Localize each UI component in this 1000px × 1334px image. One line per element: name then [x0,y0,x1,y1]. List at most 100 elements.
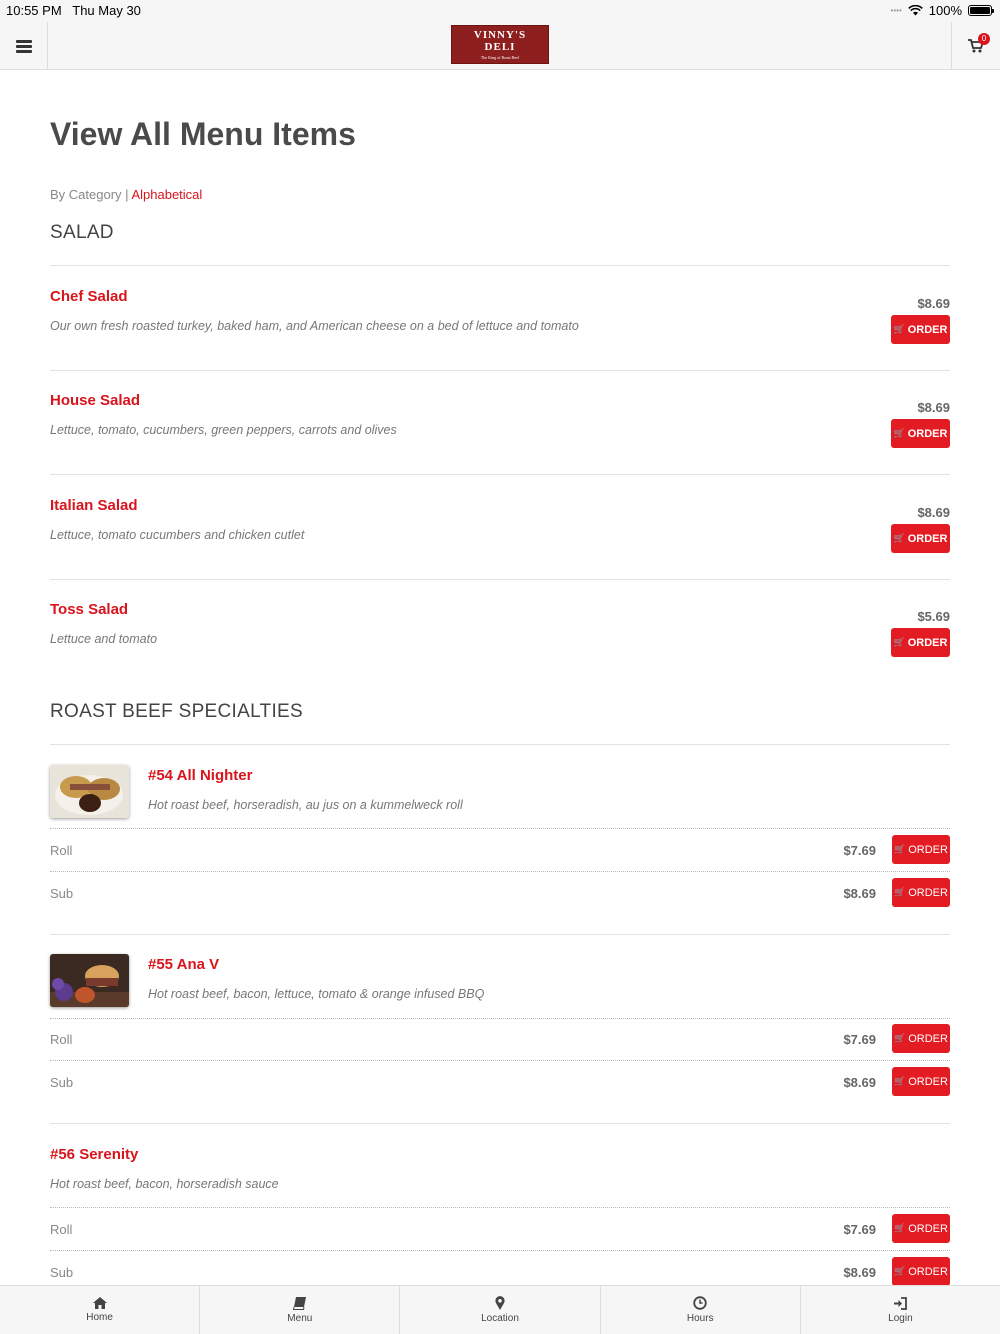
order-button[interactable]: 🛒 ORDER [892,1024,950,1053]
divider [50,265,950,266]
bottom-tab-bar: Home Menu Location Hours Login [0,1285,1000,1334]
alphabetical-link[interactable]: Alphabetical [131,187,202,202]
tab-label: Menu [287,1312,313,1324]
item-description: Lettuce, tomato, cucumbers, green pepper… [50,423,397,437]
size-label: Sub [50,886,74,901]
cart-icon: 🛒 [894,844,906,854]
logo-tagline: The King of Roast Beef [480,55,520,60]
order-button[interactable]: 🛒 ORDER [891,315,950,344]
dotted-divider [50,1207,950,1208]
dotted-divider [50,828,950,829]
item-price: $8.69 [917,505,950,520]
divider [50,934,950,935]
item-price: $8.69 [917,296,950,311]
item-photo[interactable] [50,765,129,818]
item-price: $8.69 [917,400,950,415]
signal-dots-icon: •••• [890,6,902,15]
item-name[interactable]: Chef Salad [50,288,128,305]
battery-icon [968,5,994,16]
wifi-icon [907,5,923,16]
dotted-divider [50,1250,950,1251]
dotted-divider [50,1018,950,1019]
size-price: $8.69 [843,1265,876,1280]
size-label: Sub [50,1265,74,1280]
book-icon [292,1296,306,1310]
status-time: 10:55 PM Thu May 30 [6,3,141,18]
cart-icon: 🛒 [894,887,906,897]
item-description: Lettuce and tomato [50,632,158,646]
item-name[interactable]: Italian Salad [50,497,138,514]
status-bar: 10:55 PM Thu May 30 •••• 100% [0,0,1000,22]
tab-home[interactable]: Home [0,1286,201,1334]
tab-hours[interactable]: Hours [601,1286,801,1334]
order-button[interactable]: 🛒 ORDER [892,878,950,907]
order-button[interactable]: 🛒 ORDER [892,835,950,864]
item-description: Hot roast beef, bacon, horseradish sauce [50,1177,279,1191]
hamburger-icon [15,39,32,53]
tab-location[interactable]: Location [400,1286,601,1334]
size-label: Sub [50,1075,74,1090]
size-price: $7.69 [843,1032,876,1047]
toggle-separator: | [125,187,129,202]
cart-icon: 🛒 [894,1076,906,1086]
item-price: $5.69 [917,609,950,624]
item-name[interactable]: #55 Ana V [148,956,219,973]
tab-label: Location [481,1313,519,1324]
cart-count-badge: 0 [978,33,990,45]
size-price: $8.69 [843,1075,876,1090]
item-name[interactable]: House Salad [50,392,140,409]
item-description: Our own fresh roasted turkey, baked ham,… [50,319,579,333]
tab-login[interactable]: Login [801,1286,1000,1334]
home-icon [92,1297,107,1309]
divider [50,579,950,580]
tab-label: Hours [686,1313,714,1324]
page-title: View All Menu Items [50,116,356,152]
size-price: $8.69 [843,886,876,901]
order-button[interactable]: 🛒 ORDER [891,628,950,657]
size-price: $7.69 [843,843,876,858]
cart-icon: 🛒 [894,1033,906,1043]
category-heading: SALAD [50,222,114,243]
item-photo[interactable] [50,954,129,1007]
hamburger-menu-button[interactable] [0,22,48,70]
logo-line2: DELI [484,41,516,53]
cart-icon: 🛒 [893,533,905,543]
divider [50,1123,950,1124]
order-button[interactable]: 🛒 ORDER [892,1067,950,1096]
dotted-divider [50,1060,950,1061]
divider [50,474,950,475]
divider [50,744,950,745]
category-heading: ROAST BEEF SPECIALTIES [50,701,303,722]
view-toggle: By Category | Alphabetical [50,187,202,202]
vinnys-deli-logo[interactable]: VINNY'S DELI The King of Roast Beef [451,25,549,64]
order-button[interactable]: 🛒 ORDER [891,419,950,448]
item-description: Hot roast beef, horseradish, au jus on a… [148,798,463,812]
by-category-link[interactable]: By Category [50,187,122,202]
size-label: Roll [50,1032,73,1047]
logo-line1: VINNY'S [473,29,527,41]
clock-icon [693,1296,707,1310]
order-button[interactable]: 🛒 ORDER [892,1214,950,1243]
cart-icon: 🛒 [894,1266,906,1276]
size-label: Roll [50,1222,73,1237]
tab-label: Home [86,1312,113,1323]
item-name[interactable]: Toss Salad [50,601,128,618]
map-marker-icon [495,1296,505,1310]
item-description: Hot roast beef, bacon, lettuce, tomato &… [148,987,485,1001]
tab-menu[interactable]: Menu [200,1286,401,1334]
order-button[interactable]: 🛒 ORDER [891,524,950,553]
cart-icon: 🛒 [893,324,905,334]
item-name[interactable]: #54 All Nighter [148,767,252,784]
cart-icon: 🛒 [893,637,905,647]
cart-icon: 🛒 [894,1223,906,1233]
cart-icon: 🛒 [893,428,905,438]
cart-button[interactable]: 0 [951,22,1000,70]
divider [50,370,950,371]
battery-percent: 100% [928,3,962,18]
item-name[interactable]: #56 Serenity [50,1146,138,1163]
top-bar: VINNY'S DELI The King of Roast Beef 0 [0,22,1000,70]
order-button[interactable]: 🛒 ORDER [892,1257,950,1286]
size-label: Roll [50,843,73,858]
item-description: Lettuce, tomato cucumbers and chicken cu… [50,528,305,542]
sign-in-icon [894,1296,908,1310]
